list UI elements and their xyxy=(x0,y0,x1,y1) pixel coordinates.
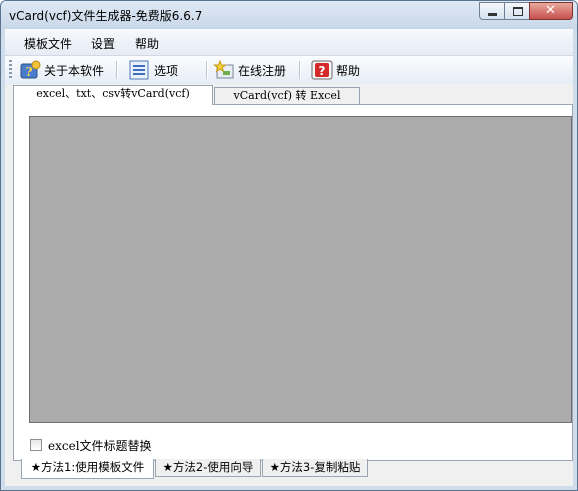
close-button[interactable]: ✕ xyxy=(529,2,573,20)
app-window: vCard(vcf)文件生成器-免费版6.6.7 ✕ 模板文件 设置 帮助 ? xyxy=(0,0,578,491)
tab-method-1[interactable]: ★方法1:使用模板文件 xyxy=(21,459,154,479)
menu-help[interactable]: 帮助 xyxy=(135,35,159,52)
replace-header-checkbox[interactable] xyxy=(30,439,42,451)
tab-method-3[interactable]: ★方法3-复制粘贴 xyxy=(262,459,368,477)
toolbar: ? 关于本软件 选项 在线注册 ? 帮助 xyxy=(5,56,573,84)
method-tabs: ★方法1:使用模板文件 ★方法2-使用向导 ★方法3-复制粘贴 xyxy=(21,459,573,479)
toolbar-separator xyxy=(299,61,301,79)
menu-template-file[interactable]: 模板文件 xyxy=(24,35,72,52)
minimize-icon xyxy=(488,13,497,16)
method-panel: excel文件标题替换 xyxy=(13,104,573,461)
svg-text:?: ? xyxy=(319,64,326,78)
minimize-button[interactable] xyxy=(479,2,505,20)
toolbar-separator xyxy=(116,61,118,79)
register-star-icon xyxy=(213,59,234,80)
options-list-icon xyxy=(129,60,149,80)
tab-method-2[interactable]: ★方法2-使用向导 xyxy=(155,459,261,477)
content-area[interactable] xyxy=(29,116,572,423)
tab-vcard-to-excel[interactable]: vCard(vcf) 转 Excel xyxy=(214,87,360,104)
client-area: 模板文件 设置 帮助 ? 关于本软件 选项 在线注册 ? 帮助 excel、tx… xyxy=(5,29,573,486)
svg-text:?: ? xyxy=(25,65,32,79)
conversion-tabs: excel、txt、csv转vCard(vcf) vCard(vcf) 转 Ex… xyxy=(13,85,573,105)
menu-bar: 模板文件 设置 帮助 xyxy=(5,29,573,56)
window-controls: ✕ xyxy=(479,2,573,20)
register-label: 在线注册 xyxy=(238,63,287,78)
replace-header-option[interactable]: excel文件标题替换 xyxy=(30,437,152,453)
help-question-icon: ? xyxy=(311,60,333,80)
maximize-icon xyxy=(513,7,523,16)
tab-excel-to-vcard[interactable]: excel、txt、csv转vCard(vcf) xyxy=(13,85,213,105)
help-button[interactable]: ? 帮助 xyxy=(311,59,360,81)
about-label: 关于本软件 xyxy=(44,63,105,78)
options-label: 选项 xyxy=(154,63,179,78)
title-bar[interactable]: vCard(vcf)文件生成器-免费版6.6.7 ✕ xyxy=(1,1,577,29)
maximize-button[interactable] xyxy=(504,2,530,20)
menu-settings[interactable]: 设置 xyxy=(91,35,115,52)
window-title: vCard(vcf)文件生成器-免费版6.6.7 xyxy=(9,9,203,23)
toolbar-separator xyxy=(206,61,208,79)
register-button[interactable]: 在线注册 xyxy=(213,59,286,81)
close-icon: ✕ xyxy=(545,3,556,18)
about-button[interactable]: ? 关于本软件 xyxy=(19,59,104,81)
toolbar-grip-icon[interactable] xyxy=(9,60,12,80)
options-button[interactable]: 选项 xyxy=(129,59,178,81)
about-info-icon: ? xyxy=(19,60,41,80)
replace-header-label: excel文件标题替换 xyxy=(48,438,152,453)
help-label: 帮助 xyxy=(336,63,361,78)
